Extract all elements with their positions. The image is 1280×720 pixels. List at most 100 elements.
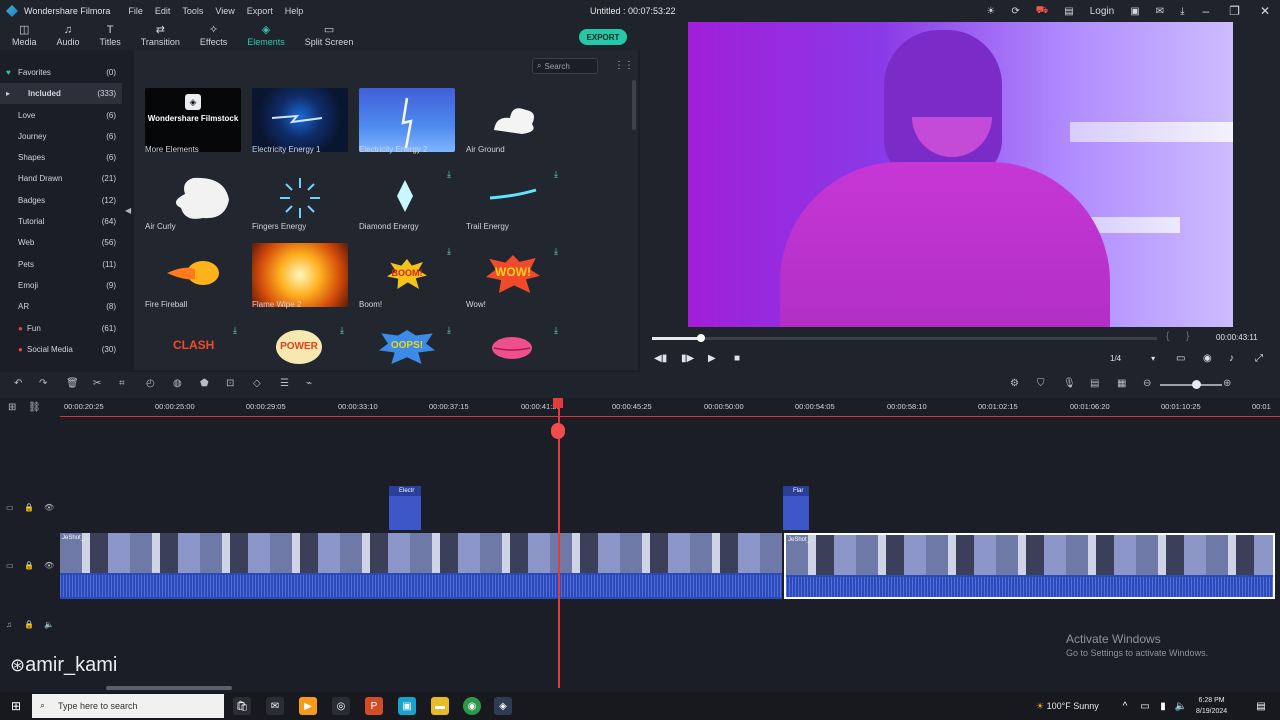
asset-thumb-fire-fireball[interactable]	[145, 243, 241, 307]
lock-icon[interactable]: 🔒	[24, 561, 34, 570]
video-clip-selected[interactable]: JeShot_...	[784, 533, 1275, 599]
tab-media[interactable]: ◫ Media	[12, 24, 37, 50]
redo-icon[interactable]: ↷	[39, 378, 47, 389]
asset-thumb-clash[interactable]: CLASH ⤓	[145, 322, 241, 368]
asset-thumb-air-ground[interactable]	[466, 88, 562, 152]
timeline-zoom-slider[interactable]	[1160, 384, 1222, 386]
cart-icon[interactable]: ⛟	[1036, 5, 1049, 18]
download-icon[interactable]: ⤓	[447, 246, 451, 257]
category-favorites[interactable]: ♥ Favorites (0)	[0, 62, 122, 83]
step-forward-icon[interactable]: ▮▶	[681, 353, 694, 364]
category-fun[interactable]: ● Fun (61)	[0, 318, 122, 339]
filmora-taskbar-icon[interactable]: ◈	[494, 697, 512, 715]
category-web[interactable]: Web (56)	[0, 232, 122, 253]
category-hand-drawn[interactable]: Hand Drawn (21)	[0, 168, 122, 189]
powerpoint-icon[interactable]: P	[365, 697, 383, 715]
asset-thumb-flame-wipe-2[interactable]	[252, 243, 348, 307]
download-icon[interactable]: ⤓	[554, 246, 558, 257]
timeline-scrollbar[interactable]	[106, 686, 232, 690]
eye-icon[interactable]: 👁	[44, 561, 54, 570]
lock-icon[interactable]: 🔒	[24, 620, 34, 629]
store-icon[interactable]: 🛍	[233, 697, 251, 715]
menu-edit[interactable]: Edit	[155, 6, 171, 16]
grid-view-icon[interactable]: ⋮⋮	[614, 60, 634, 71]
menu-file[interactable]: File	[128, 6, 143, 16]
undo-icon[interactable]: ↶	[14, 378, 22, 389]
collapse-arrow-icon[interactable]: ◀	[125, 206, 131, 215]
tab-effects[interactable]: ✧ Effects	[200, 24, 227, 50]
mask-icon[interactable]: ⬟	[200, 378, 209, 389]
asset-thumb-oops[interactable]: OOPS! ⤓	[359, 322, 455, 368]
menu-view[interactable]: View	[215, 6, 234, 16]
tab-split-screen[interactable]: ▭ Split Screen	[305, 24, 354, 50]
lock-icon[interactable]: 🔒	[24, 503, 34, 512]
element-clip[interactable]: Electr	[389, 486, 421, 530]
zoom-out-icon[interactable]: ⊖	[1143, 378, 1151, 389]
zoom-in-icon[interactable]: ⊕	[1223, 378, 1231, 389]
support-icon[interactable]: ⟳	[1011, 6, 1019, 17]
login-button[interactable]: Login	[1090, 6, 1114, 17]
delete-icon[interactable]: 🗑	[66, 378, 79, 389]
mail-icon[interactable]: ✉	[1156, 6, 1164, 17]
download-icon[interactable]: ⤓	[447, 325, 451, 336]
playhead[interactable]	[558, 398, 560, 688]
keyframe-icon[interactable]: ◇	[253, 378, 261, 389]
menu-tools[interactable]: Tools	[182, 6, 203, 16]
light-bulb-icon[interactable]: ☀	[986, 6, 995, 17]
file-explorer-icon[interactable]: ▬	[431, 697, 449, 715]
tracks-icon[interactable]: ▦	[1117, 378, 1126, 389]
playhead-handle[interactable]	[551, 423, 565, 439]
mic-icon[interactable]: 🎙	[1063, 378, 1076, 389]
app-icon[interactable]: ▣	[398, 697, 416, 715]
category-love[interactable]: Love (6)	[0, 105, 122, 126]
mail-app-icon[interactable]: ✉	[266, 697, 284, 715]
adjust-icon[interactable]: ☰	[280, 378, 289, 389]
category-included[interactable]: ▸ Included (333)	[0, 83, 122, 104]
asset-thumb-more-elements[interactable]: ◈ Wondershare Filmstock	[145, 88, 241, 152]
asset-thumb-air-curly[interactable]	[145, 166, 241, 230]
category-emoji[interactable]: Emoji (9)	[0, 275, 122, 296]
asset-thumb-electricity-energy-1[interactable]	[252, 88, 348, 152]
snapshot-icon[interactable]: ◉	[1203, 353, 1212, 364]
close-icon[interactable]: ✕	[1260, 4, 1270, 18]
preview-zoom-select[interactable]: 1/4 ▾	[1110, 354, 1155, 363]
media-player-icon[interactable]: ▶	[299, 697, 317, 715]
minimize-icon[interactable]: –	[1202, 4, 1209, 18]
tab-titles[interactable]: T Titles	[100, 24, 121, 50]
category-pets[interactable]: Pets (11)	[0, 254, 122, 275]
crop-icon[interactable]: ⌗	[119, 378, 125, 389]
menu-help[interactable]: Help	[285, 6, 304, 16]
volume-icon[interactable]: ♪	[1229, 353, 1234, 364]
tab-elements[interactable]: ◈ Elements	[247, 24, 285, 50]
download-icon[interactable]: ⤓	[233, 325, 237, 336]
preview-seek-bar[interactable]	[652, 337, 1157, 340]
volume-tray-icon[interactable]: 🔈	[1172, 697, 1190, 715]
notifications-icon[interactable]: ▤	[1252, 697, 1270, 715]
taskbar-search-input[interactable]: ⌕ Type here to search	[32, 694, 224, 718]
battery-icon[interactable]: ▮	[1154, 697, 1172, 715]
mark-in-icon[interactable]: {	[1166, 331, 1169, 342]
asset-thumb-wow[interactable]: WOW! ⤓	[466, 243, 562, 307]
windows-start-icon[interactable]: ⊞	[7, 697, 25, 715]
asset-thumb-lips[interactable]: ⤓	[466, 322, 562, 368]
monitor-icon[interactable]: ▭	[1176, 353, 1185, 364]
maximize-icon[interactable]: ❐	[1229, 4, 1240, 18]
fullscreen-icon[interactable]: ⤢	[1255, 353, 1263, 364]
chrome-icon[interactable]: ◉	[463, 697, 481, 715]
voiceover-icon[interactable]: ▤	[1090, 378, 1099, 389]
category-social-media[interactable]: ● Social Media (30)	[0, 339, 122, 360]
speed-icon[interactable]: ◴	[146, 378, 155, 389]
asset-thumb-diamond-energy[interactable]: ⤓	[359, 166, 455, 230]
asset-thumb-power[interactable]: POWER ⤓	[252, 322, 348, 368]
tab-transition[interactable]: ⇄ Transition	[141, 24, 180, 50]
chevron-up-icon[interactable]: ^	[1116, 697, 1134, 715]
audio-mix-icon[interactable]: ⌁	[306, 378, 312, 389]
weather-widget[interactable]: ☀ 100°F Sunny	[1036, 701, 1099, 712]
asset-thumb-trail-energy[interactable]: ⤓	[466, 166, 562, 230]
preview-seek-handle[interactable]	[697, 334, 705, 342]
category-badges[interactable]: Badges (12)	[0, 190, 122, 211]
asset-thumb-electricity-energy-2[interactable]	[359, 88, 455, 152]
add-track-icon[interactable]: ⊞	[8, 402, 16, 413]
fit-icon[interactable]: ⊡	[226, 378, 234, 389]
mark-out-icon[interactable]: }	[1186, 331, 1189, 342]
